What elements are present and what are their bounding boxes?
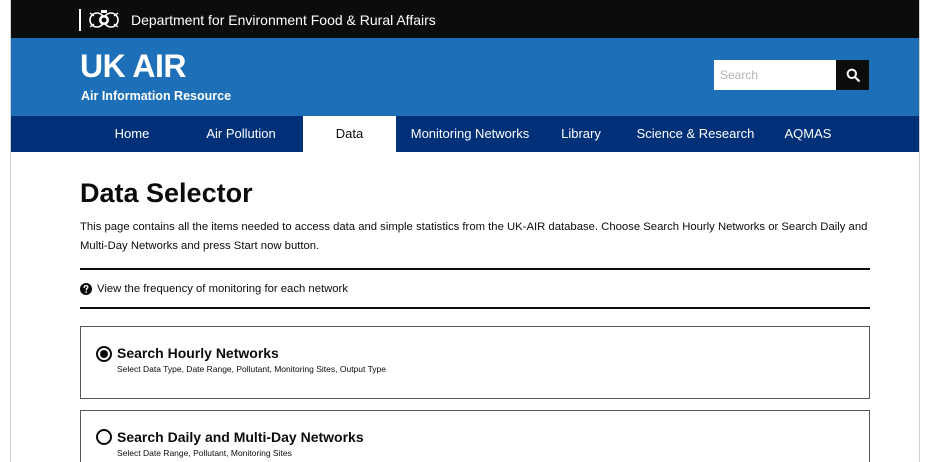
nav-item-data[interactable]: Data <box>303 116 396 152</box>
option-title: Search Hourly Networks <box>117 345 279 361</box>
government-bar: Department for Environment Food & Rural … <box>11 0 919 38</box>
frequency-link-label: View the frequency of monitoring for eac… <box>97 283 348 295</box>
royal-crest-icon <box>89 10 119 28</box>
radio-hourly-selected[interactable] <box>96 346 112 362</box>
divider-bottom <box>80 307 870 309</box>
department-name: Department for Environment Food & Rural … <box>131 12 436 28</box>
option-hint: Select Data Type, Date Range, Pollutant,… <box>117 364 387 374</box>
radio-daily[interactable] <box>96 429 112 445</box>
option-title: Search Daily and Multi-Day Networks <box>117 429 364 445</box>
site-header: UK AIR Air Information Resource <box>11 38 919 116</box>
nav-item-science-research[interactable]: Science & Research <box>628 116 763 152</box>
nav-item-air-pollution[interactable]: Air Pollution <box>187 116 295 152</box>
nav-item-monitoring-networks[interactable]: Monitoring Networks <box>396 116 544 152</box>
page-title: Data Selector <box>80 178 253 208</box>
search-button[interactable] <box>836 60 869 90</box>
main-navigation: Home Air Pollution Data Monitoring Netwo… <box>11 116 919 152</box>
option-daily-networks[interactable]: Search Daily and Multi-Day Networks Sele… <box>80 410 870 462</box>
search-icon <box>846 68 860 82</box>
search-input[interactable] <box>714 60 836 90</box>
question-circle-icon <box>80 283 92 295</box>
divider <box>79 9 81 31</box>
option-hint: Select Date Range, Pollutant, Monitoring… <box>117 448 292 458</box>
nav-item-aqmas[interactable]: AQMAS <box>773 116 843 152</box>
site-title[interactable]: UK AIR <box>80 50 187 82</box>
nav-item-library[interactable]: Library <box>551 116 611 152</box>
frequency-link[interactable]: View the frequency of monitoring for eac… <box>80 283 348 295</box>
nav-item-home[interactable]: Home <box>95 116 169 152</box>
department-link[interactable]: Department for Environment Food & Rural … <box>79 9 436 31</box>
site-subtitle: Air Information Resource <box>81 89 232 103</box>
intro-text: This page contains all the items needed … <box>80 221 868 252</box>
page-frame: Department for Environment Food & Rural … <box>10 0 920 462</box>
radio-dot <box>100 350 108 358</box>
option-hourly-networks[interactable]: Search Hourly Networks Select Data Type,… <box>80 326 870 399</box>
divider-top <box>80 268 870 270</box>
